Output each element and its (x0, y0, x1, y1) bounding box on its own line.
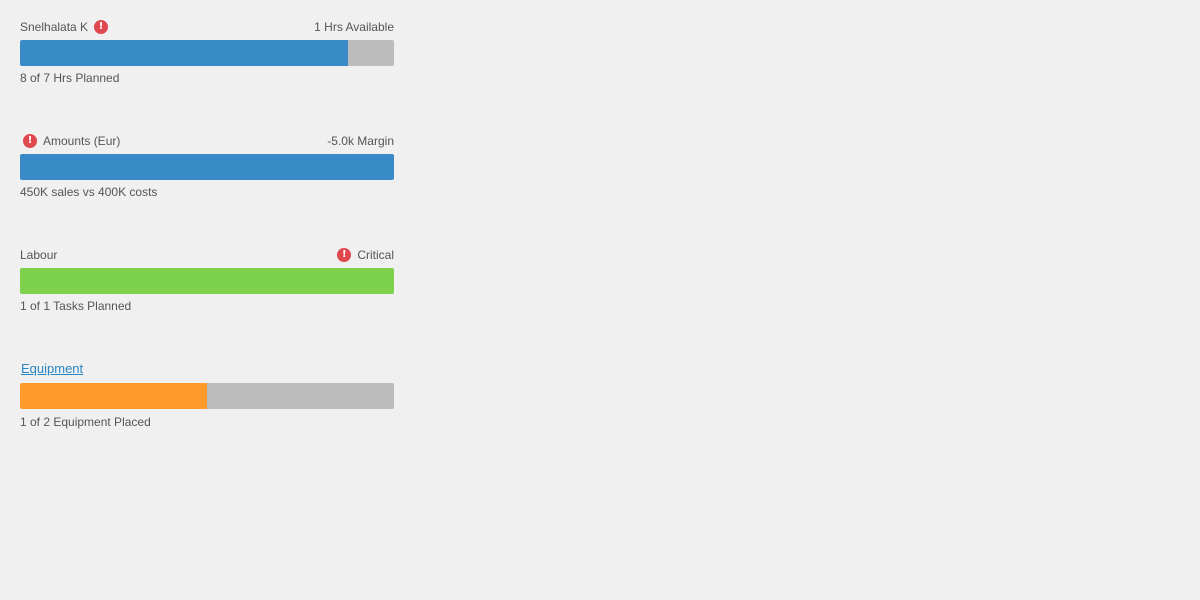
equipment-card-header: Equipment (20, 361, 394, 379)
resource-card-snelhalata: Snelhalata K ! 1 Hrs Available 8 of 7 Hr… (20, 19, 394, 85)
resource-card-header: Snelhalata K ! 1 Hrs Available (20, 19, 394, 35)
amounts-card: ! Amounts (Eur) -5.0k Margin 450K sales … (20, 133, 394, 199)
labour-card: Labour ! Critical 1 of 1 Tasks Planned (20, 247, 394, 313)
amounts-title: Amounts (Eur) (43, 134, 121, 148)
labour-progress-bar (20, 268, 394, 294)
labour-card-header: Labour ! Critical (20, 247, 394, 263)
labour-progress-fill (20, 268, 394, 294)
labour-title: Labour (20, 248, 58, 262)
critical-status-text: Critical (357, 248, 394, 262)
sales-vs-costs-caption: 450K sales vs 400K costs (20, 185, 158, 199)
hours-progress-bar (20, 40, 394, 66)
equipment-link[interactable]: Equipment (21, 361, 83, 377)
hours-available-text: 1 Hrs Available (314, 20, 394, 34)
amounts-progress-bar (20, 154, 394, 180)
equipment-card: Equipment 1 of 2 Equipment Placed (20, 361, 394, 429)
amounts-progress-fill (20, 154, 394, 180)
hours-progress-fill (20, 40, 349, 66)
exclamation-circle-icon[interactable]: ! (23, 134, 37, 148)
amounts-card-header: ! Amounts (Eur) -5.0k Margin (20, 133, 394, 149)
equipment-placed-caption: 1 of 2 Equipment Placed (20, 415, 151, 429)
tasks-planned-caption: 1 of 1 Tasks Planned (20, 299, 132, 313)
equipment-progress-fill (20, 383, 207, 409)
resource-name: Snelhalata K (20, 20, 89, 34)
margin-text: -5.0k Margin (327, 134, 394, 148)
exclamation-circle-icon[interactable]: ! (337, 248, 352, 262)
hours-planned-caption: 8 of 7 Hrs Planned (20, 71, 120, 85)
equipment-progress-bar (20, 383, 394, 409)
exclamation-circle-icon[interactable]: ! (94, 20, 109, 34)
